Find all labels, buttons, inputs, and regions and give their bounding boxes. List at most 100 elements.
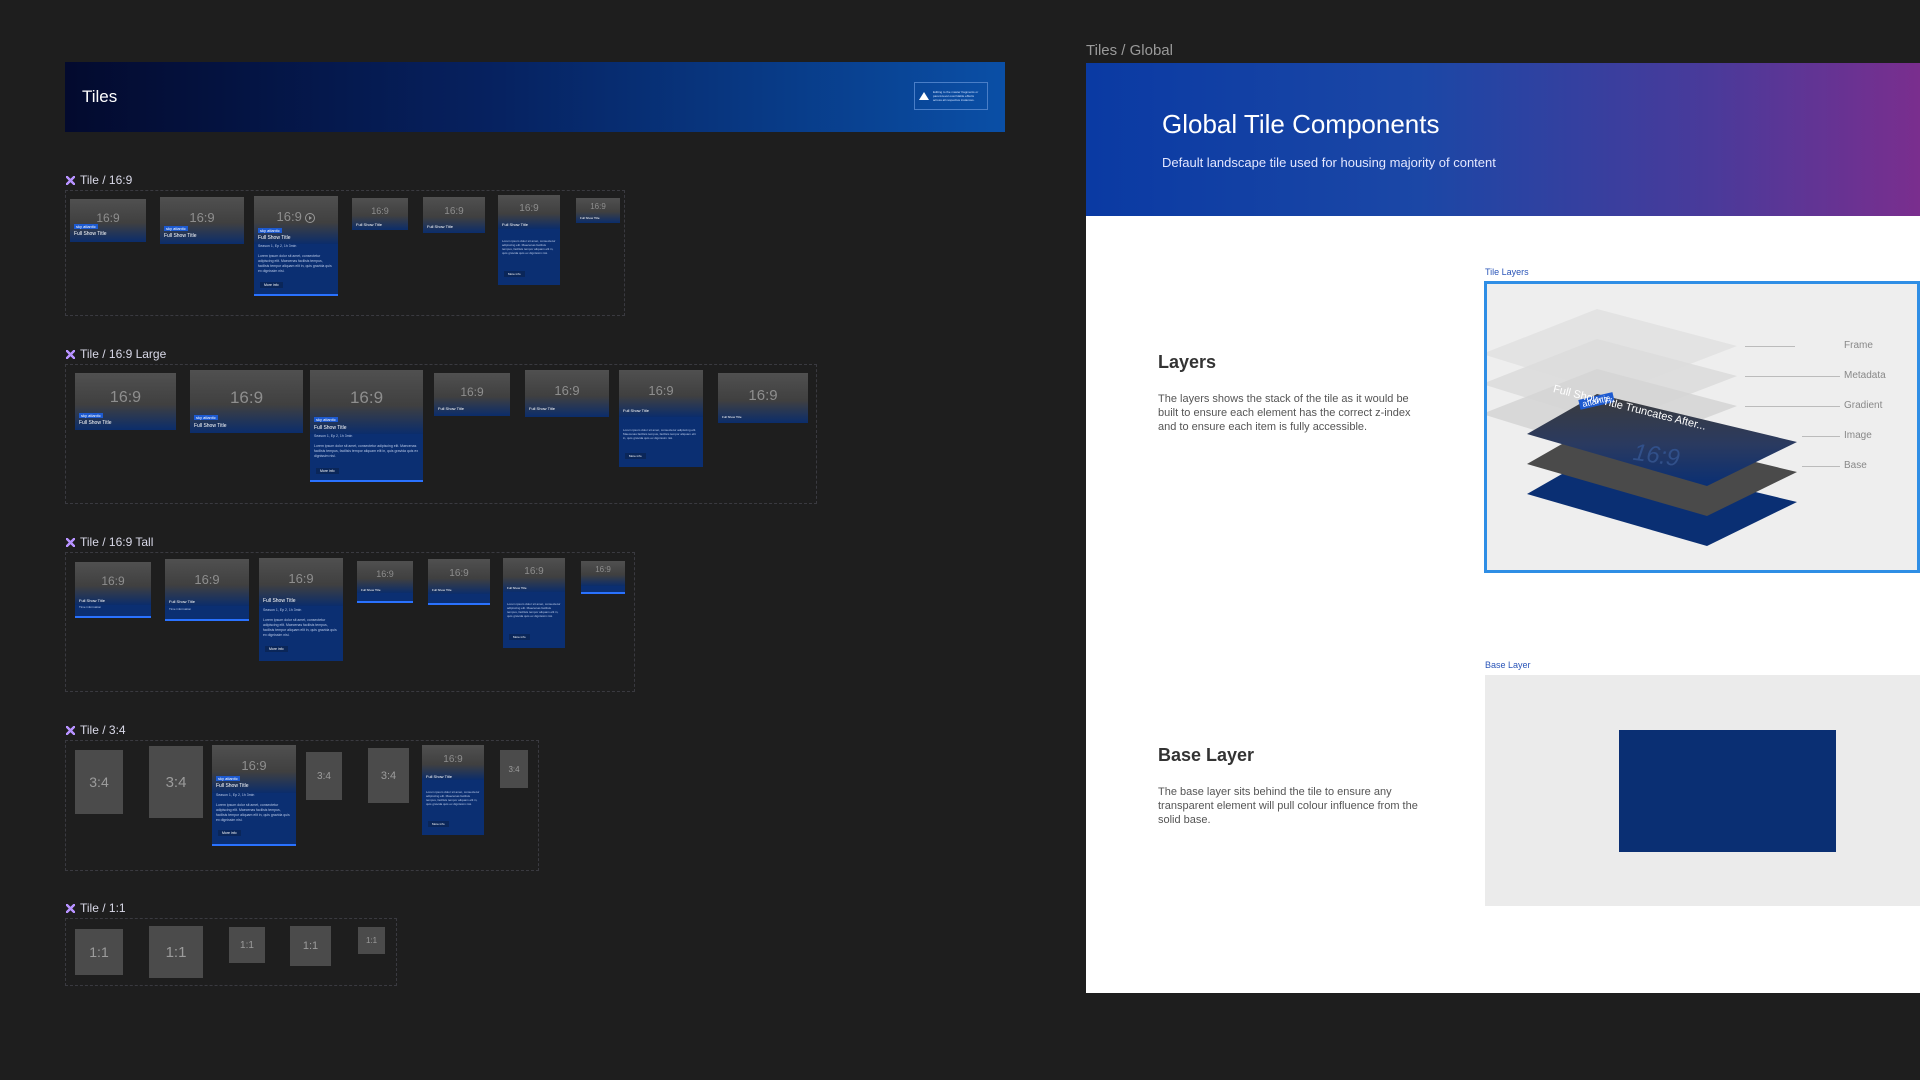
tile[interactable]: 16:9 Full Show Title	[428, 559, 490, 605]
tile[interactable]: 16:9 sky atlantic Full Show Title	[75, 373, 176, 430]
tile-expanded[interactable]: 16:9 Full Show Title Lorem ipsum dolor s…	[498, 195, 560, 285]
tile[interactable]: 16:9 sky atlantic Full Show Title	[190, 370, 303, 433]
tile-title: Full Show Title	[427, 224, 454, 229]
global-tile-panel: Global Tile Components Default landscape…	[1086, 63, 1920, 993]
tile[interactable]: 1:1	[229, 927, 265, 963]
section-label-text: Tile / 16:9	[80, 173, 133, 187]
hero-banner: Global Tile Components Default landscape…	[1086, 63, 1920, 216]
more-info-button[interactable]: More info	[218, 830, 241, 836]
tile-expanded[interactable]: 16:9 Full Show Title Lorem ipsum dolor s…	[503, 558, 565, 648]
tile[interactable]: 1:1	[358, 927, 385, 954]
base-layer-preview[interactable]	[1485, 675, 1920, 906]
layer-label-frame: Frame	[1844, 340, 1873, 351]
channel-chip: sky atlantic	[194, 415, 218, 420]
tile-ratio: 16:9	[229, 388, 264, 407]
tiles-title: Tiles	[82, 87, 118, 106]
tile-expanded[interactable]: 16:9 Full Show Title Lorem ipsum dolor s…	[619, 370, 703, 467]
section-label-3-4[interactable]: Tile / 3:4	[66, 723, 126, 737]
tile-expanded[interactable]: 16:9 Full Show Title Lorem ipsum dolor s…	[422, 745, 484, 835]
frame-leader-line	[1745, 346, 1795, 347]
time-info: Time information	[169, 607, 192, 611]
more-info-button[interactable]: More info	[509, 634, 530, 640]
tile-ratio: 3:4	[380, 769, 397, 782]
tile-title: Full Show Title	[314, 425, 347, 431]
tile[interactable]: 3:4	[149, 746, 203, 818]
image-leader-line	[1802, 436, 1840, 437]
tile-title: Full Show Title	[502, 222, 529, 227]
more-info-button[interactable]: More info	[265, 646, 288, 652]
tile[interactable]: 16:9	[581, 561, 625, 594]
tile[interactable]: 1:1	[149, 926, 203, 978]
section-label-1-1[interactable]: Tile / 1:1	[66, 901, 126, 915]
tile[interactable]: 16:9 Full Show Title	[434, 373, 510, 416]
tile-expanded[interactable]: 16:9 sky atlantic Full Show Title Season…	[212, 745, 296, 846]
tile[interactable]: 16:9 sky atlantic Full Show Title	[160, 197, 244, 244]
tile-ratio: 1:1	[365, 936, 378, 945]
tile-ratio: 1:1	[165, 943, 187, 961]
tile[interactable]: 3:4	[306, 752, 342, 800]
tile-description: Lorem ipsum dolor sit amet, consectetur …	[216, 803, 290, 822]
more-info-button[interactable]: More info	[504, 271, 525, 277]
section-label-16-9[interactable]: Tile / 16:9	[66, 173, 132, 187]
tile-title: Full Show Title	[74, 231, 107, 237]
more-info-button[interactable]: More info	[260, 282, 283, 288]
channel-chip: sky atlantic	[314, 417, 338, 422]
section-label-16-9-tall[interactable]: Tile / 16:9 Tall	[66, 535, 153, 549]
layers-heading: Layers	[1158, 352, 1217, 372]
layer-label-image: Image	[1844, 430, 1872, 441]
tile[interactable]: 16:9 Full Show Title	[576, 198, 620, 223]
tile[interactable]: 16:9 Full Show Title	[423, 197, 485, 233]
tile-ratio: 16:9	[524, 566, 544, 577]
component-icon	[66, 537, 75, 547]
tile[interactable]: 1:1	[290, 926, 331, 966]
tile-ratio: 16:9	[449, 568, 469, 579]
base-layer-body: The base layer sits behind the tile to e…	[1158, 786, 1418, 826]
section-label-text: Tile / 3:4	[80, 723, 126, 737]
tile[interactable]: 16:9 Full Show Title	[357, 561, 413, 603]
tile-description: Lorem ipsum dolor sit amet, consectetur …	[426, 790, 480, 806]
section-label-16-9-large[interactable]: Tile / 16:9 Large	[66, 347, 166, 361]
tile[interactable]: 16:9 Full Show Title	[352, 198, 408, 230]
tile-title: Full Show Title	[79, 420, 112, 426]
tile-3-4-frame: 3:4 3:4 16:9 sky atlantic Full Show Titl…	[65, 740, 539, 871]
tile-layers-diagram[interactable]: atlantic Full Show Title Truncates After…	[1484, 281, 1920, 573]
tile-ratio: 16:9	[460, 385, 484, 399]
warning-text: Editing to the master fragments or paren…	[933, 90, 979, 102]
tile-ratio: 16:9	[648, 383, 674, 398]
tile-ratio: 16:9	[371, 206, 389, 216]
base-layer-heading: Base Layer	[1158, 745, 1255, 765]
channel-chip: sky atlantic	[164, 226, 188, 231]
tile-description: Lorem ipsum dolor sit amet, consectetur …	[263, 618, 337, 637]
tile-expanded[interactable]: 16:9 sky atlantic Full Show Title Season…	[254, 196, 338, 296]
tile-description: Lorem ipsum dolor sit amet, consectetur …	[314, 444, 419, 458]
tile-title: Full Show Title	[507, 586, 527, 590]
tile-title: Full Show Title	[194, 423, 227, 429]
tile-ratio: 16:9	[288, 571, 314, 586]
hero-subtitle: Default landscape tile used for housing …	[1162, 155, 1496, 170]
component-icon	[66, 903, 75, 913]
tile-ratio: 16:9	[189, 210, 215, 225]
more-info-button[interactable]: More info	[428, 821, 449, 827]
tile[interactable]: 1:1	[75, 929, 123, 975]
frame-label-tiles-global[interactable]: Tiles / Global	[1086, 42, 1173, 59]
tile-expanded[interactable]: 16:9 Full Show Title Season 1, Ep 2, 1h …	[259, 558, 343, 661]
tile[interactable]: 3:4	[500, 750, 528, 788]
more-info-button[interactable]: More info	[625, 453, 646, 459]
play-icon	[305, 212, 316, 223]
tile[interactable]: 3:4	[368, 748, 409, 803]
more-info-button[interactable]: More info	[316, 468, 339, 474]
tile-title: Full Show Title	[263, 598, 296, 604]
tile[interactable]: 16:9 Full Show Title	[525, 370, 609, 417]
tile-ratio: 3:4	[317, 770, 331, 782]
tile[interactable]: 16:9 Full Show Title	[718, 373, 808, 423]
tile-expanded[interactable]: 16:9 sky atlantic Full Show Title Season…	[310, 370, 423, 482]
tile[interactable]: 3:4	[75, 750, 123, 814]
gradient-leader-line	[1745, 406, 1840, 407]
tile-title: Full Show Title	[426, 774, 453, 779]
tile-description: Lorem ipsum dolor sit amet, consectetur …	[502, 239, 556, 255]
tile[interactable]: 16:9 sky atlantic Full Show Title	[70, 199, 146, 242]
tile[interactable]: 16:9 Full Show Title Time information	[165, 559, 249, 621]
tile-layers-caption: Tile Layers	[1485, 267, 1529, 277]
tile-title: Full Show Title	[432, 588, 452, 592]
tile[interactable]: 16:9 Full Show Title Time information	[75, 562, 151, 618]
